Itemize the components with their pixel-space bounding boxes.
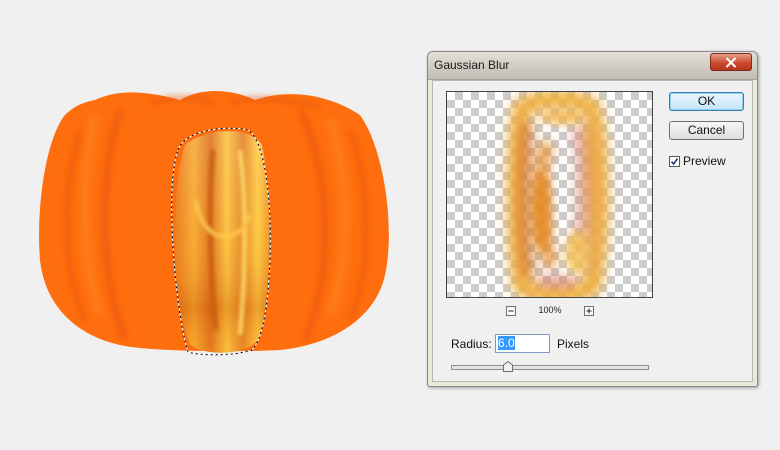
radius-input[interactable]: 6.0 bbox=[495, 334, 550, 353]
radius-value: 6.0 bbox=[498, 336, 515, 350]
close-button[interactable] bbox=[710, 53, 752, 71]
filter-preview[interactable] bbox=[446, 91, 653, 298]
radius-unit-label: Pixels bbox=[557, 337, 590, 351]
radius-slider-thumb[interactable] bbox=[503, 361, 513, 372]
zoom-level: 100% bbox=[538, 305, 562, 315]
dialog-titlebar[interactable]: Gaussian Blur bbox=[428, 52, 757, 80]
document-canvas[interactable] bbox=[0, 0, 420, 450]
preview-checkbox[interactable] bbox=[669, 156, 680, 167]
dialog-body: 100% OK Cancel Preview Radius: 6.0 Pixel… bbox=[432, 80, 753, 382]
zoom-in-icon bbox=[586, 308, 592, 314]
dialog-title: Gaussian Blur bbox=[434, 58, 510, 72]
zoom-out-button[interactable] bbox=[506, 306, 516, 316]
zoom-controls: 100% bbox=[446, 305, 653, 319]
cancel-button[interactable]: Cancel bbox=[669, 121, 744, 140]
zoom-out-icon bbox=[508, 310, 514, 312]
blurred-preview-image bbox=[507, 92, 609, 297]
gaussian-blur-dialog: Gaussian Blur 100% OK Cancel Preview Rad… bbox=[427, 51, 758, 387]
preview-label: Preview bbox=[683, 154, 726, 168]
close-icon bbox=[726, 57, 736, 68]
radius-label: Radius: bbox=[451, 337, 492, 351]
ok-button[interactable]: OK bbox=[669, 92, 744, 111]
radius-slider-track[interactable] bbox=[451, 365, 649, 370]
selected-segment bbox=[174, 131, 270, 353]
zoom-in-button[interactable] bbox=[584, 306, 594, 316]
check-icon bbox=[670, 158, 679, 166]
